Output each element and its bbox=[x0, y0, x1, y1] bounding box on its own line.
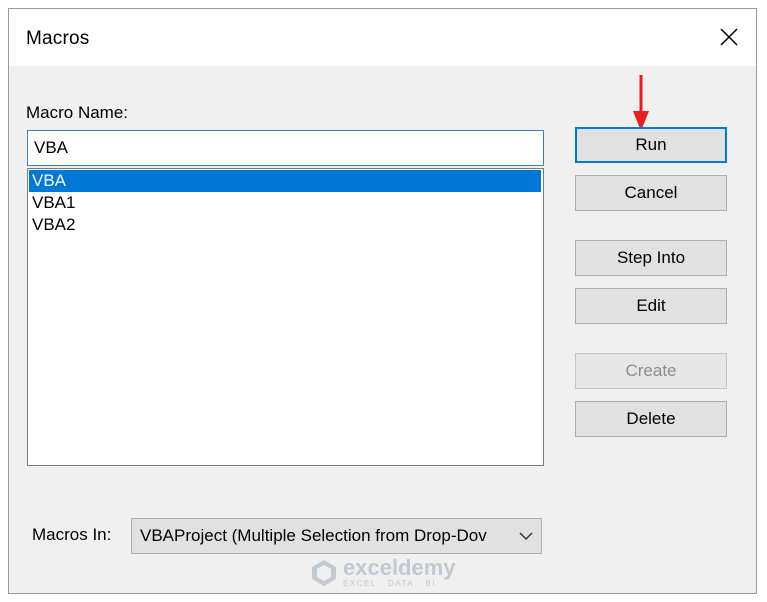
macro-list-item[interactable]: VBA1 bbox=[29, 192, 541, 214]
macro-list-item[interactable]: VBA bbox=[29, 170, 541, 192]
edit-button[interactable]: Edit bbox=[575, 288, 727, 324]
close-button[interactable] bbox=[712, 20, 746, 54]
delete-button[interactable]: Delete bbox=[575, 401, 727, 437]
exceldemy-logo-icon bbox=[312, 560, 336, 586]
cancel-button[interactable]: Cancel bbox=[575, 175, 727, 211]
macro-name-label: Macro Name: bbox=[26, 103, 129, 122]
red-arrow-down-icon bbox=[633, 75, 649, 131]
watermark-brand: exceldemy bbox=[343, 555, 456, 580]
create-button: Create bbox=[575, 353, 727, 389]
macro-name-input[interactable] bbox=[27, 130, 544, 166]
chevron-down-icon[interactable] bbox=[511, 519, 541, 553]
watermark-tagline: EXCEL · DATA · BI bbox=[343, 579, 436, 588]
macro-list[interactable]: VBA VBA1 VBA2 bbox=[27, 168, 544, 466]
macros-in-label: Macros In: bbox=[32, 525, 112, 544]
dialog-title: Macros bbox=[26, 28, 90, 49]
macro-list-item[interactable]: VBA2 bbox=[29, 214, 541, 236]
macros-in-value: VBAProject (Multiple Selection from Drop… bbox=[140, 526, 487, 545]
macros-in-dropdown[interactable]: VBAProject (Multiple Selection from Drop… bbox=[131, 518, 542, 554]
close-icon bbox=[720, 28, 738, 46]
run-button[interactable]: Run bbox=[575, 127, 727, 163]
title-bar: Macros bbox=[9, 9, 756, 66]
macros-dialog: Macros Macro Name: VBA VBA1 VBA2 Run Can… bbox=[8, 8, 757, 594]
watermark: exceldemy EXCEL · DATA · BI bbox=[311, 553, 456, 593]
step-into-button[interactable]: Step Into bbox=[575, 240, 727, 276]
